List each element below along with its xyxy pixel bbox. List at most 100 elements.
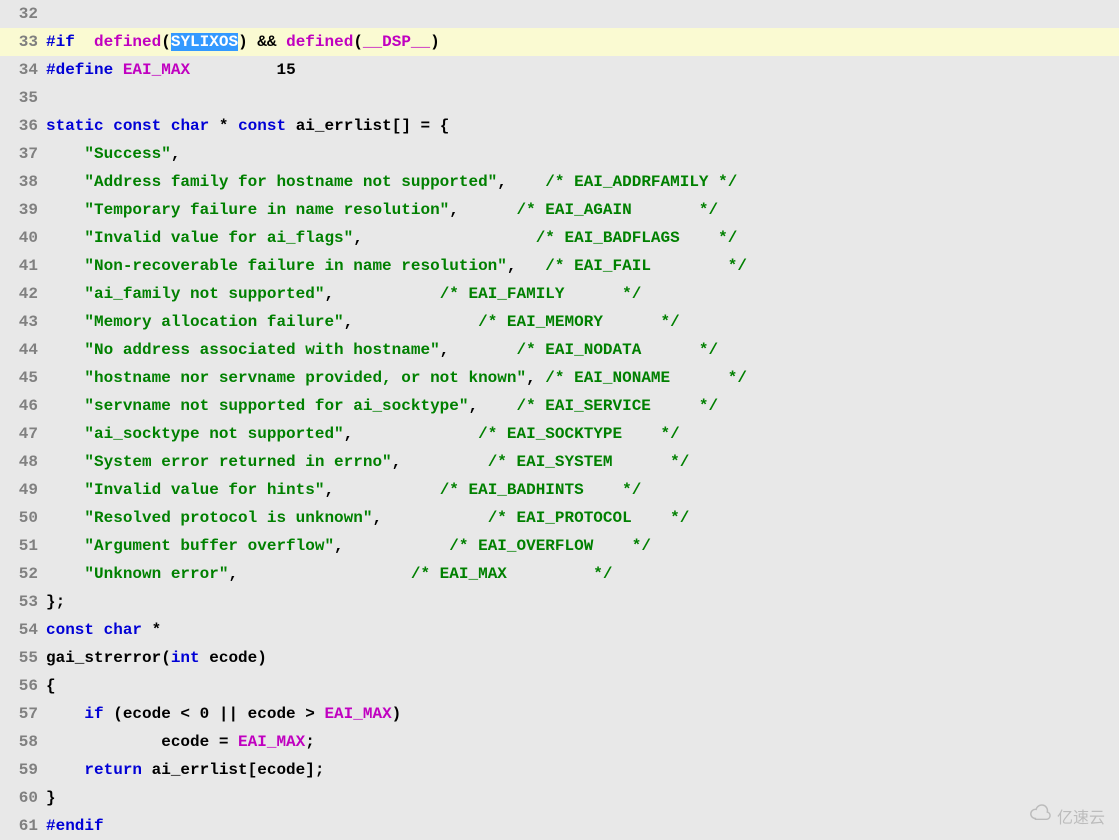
line-number: 50 (0, 504, 44, 532)
code-content[interactable]: return ai_errlist[ecode]; (44, 756, 1119, 784)
code-line[interactable]: 45 "hostname nor servname provided, or n… (0, 364, 1119, 392)
code-content[interactable]: "Invalid value for ai_flags", /* EAI_BAD… (44, 224, 1119, 252)
code-editor[interactable]: 32 33 #if defined(SYLIXOS) && defined(__… (0, 0, 1119, 840)
code-content[interactable]: "Temporary failure in name resolution", … (44, 196, 1119, 224)
code-line[interactable]: 55 gai_strerror(int ecode) (0, 644, 1119, 672)
line-number: 40 (0, 224, 44, 252)
keyword-token: char (171, 117, 209, 135)
code-line[interactable]: 37 "Success", (0, 140, 1119, 168)
string-token: "Address family for hostname not support… (84, 173, 497, 191)
code-content[interactable]: "Argument buffer overflow", /* EAI_OVERF… (44, 532, 1119, 560)
code-line[interactable]: 59 return ai_errlist[ecode]; (0, 756, 1119, 784)
code-content[interactable]: "hostname nor servname provided, or not … (44, 364, 1119, 392)
ident-token: ai_errlist[] = { (296, 117, 450, 135)
code-content[interactable]: "Memory allocation failure", /* EAI_MEMO… (44, 308, 1119, 336)
code-content[interactable]: "Resolved protocol is unknown", /* EAI_P… (44, 504, 1119, 532)
keyword-token: static (46, 117, 104, 135)
code-content[interactable]: gai_strerror(int ecode) (44, 644, 1119, 672)
comment-token: /* EAI_NONAME */ (545, 369, 747, 387)
code-line[interactable]: 50 "Resolved protocol is unknown", /* EA… (0, 504, 1119, 532)
number-token: 15 (276, 61, 295, 79)
comment-token: /* EAI_ADDRFAMILY */ (545, 173, 737, 191)
code-line[interactable]: 60 } (0, 784, 1119, 812)
comment-token: /* EAI_SERVICE */ (516, 397, 718, 415)
code-content[interactable]: if (ecode < 0 || ecode > EAI_MAX) (44, 700, 1119, 728)
code-line[interactable]: 47 "ai_socktype not supported", /* EAI_S… (0, 420, 1119, 448)
string-token: "Success" (84, 145, 170, 163)
line-number: 55 (0, 644, 44, 672)
line-number: 33 (0, 28, 44, 56)
code-content[interactable]: } (44, 784, 1119, 812)
code-line-current[interactable]: 33 #if defined(SYLIXOS) && defined(__DSP… (0, 28, 1119, 56)
line-number: 51 (0, 532, 44, 560)
code-content[interactable]: #define EAI_MAX 15 (44, 56, 1119, 84)
line-number: 34 (0, 56, 44, 84)
watermark-text: 亿速云 (1057, 804, 1105, 828)
code-line[interactable]: 57 if (ecode < 0 || ecode > EAI_MAX) (0, 700, 1119, 728)
watermark: 亿速云 (1029, 802, 1105, 829)
comment-token: /* EAI_OVERFLOW */ (449, 537, 651, 555)
line-number: 48 (0, 448, 44, 476)
ident-token: gai_strerror( (46, 649, 171, 667)
code-content[interactable]: "servname not supported for ai_socktype"… (44, 392, 1119, 420)
code-content[interactable]: { (44, 672, 1119, 700)
code-line[interactable]: 32 (0, 0, 1119, 28)
brace-token: } (46, 789, 56, 807)
code-line[interactable]: 48 "System error returned in errno", /* … (0, 448, 1119, 476)
line-number: 45 (0, 364, 44, 392)
code-line[interactable]: 36 static const char * const ai_errlist[… (0, 112, 1119, 140)
code-content[interactable]: "Unknown error", /* EAI_MAX */ (44, 560, 1119, 588)
code-content[interactable]: "Address family for hostname not support… (44, 168, 1119, 196)
code-line[interactable]: 51 "Argument buffer overflow", /* EAI_OV… (0, 532, 1119, 560)
string-token: "Invalid value for ai_flags" (84, 229, 353, 247)
code-line[interactable]: 38 "Address family for hostname not supp… (0, 168, 1119, 196)
code-line[interactable]: 49 "Invalid value for hints", /* EAI_BAD… (0, 476, 1119, 504)
code-content[interactable]: static const char * const ai_errlist[] =… (44, 112, 1119, 140)
string-token: "ai_socktype not supported" (84, 425, 343, 443)
code-content[interactable]: "No address associated with hostname", /… (44, 336, 1119, 364)
keyword-token: if (84, 705, 103, 723)
code-line[interactable]: 54 const char * (0, 616, 1119, 644)
code-content[interactable]: #if defined(SYLIXOS) && defined(__DSP__) (44, 28, 1119, 56)
code-line[interactable]: 34 #define EAI_MAX 15 (0, 56, 1119, 84)
line-number: 32 (0, 0, 44, 28)
selection[interactable]: SYLIXOS (171, 33, 238, 51)
code-line[interactable]: 40 "Invalid value for ai_flags", /* EAI_… (0, 224, 1119, 252)
code-content[interactable]: "Non-recoverable failure in name resolut… (44, 252, 1119, 280)
code-line[interactable]: 61 #endif (0, 812, 1119, 840)
paren: ) (430, 33, 440, 51)
code-line[interactable]: 56 { (0, 672, 1119, 700)
code-line[interactable]: 58 ecode = EAI_MAX; (0, 728, 1119, 756)
code-content[interactable]: ecode = EAI_MAX; (44, 728, 1119, 756)
code-line[interactable]: 44 "No address associated with hostname"… (0, 336, 1119, 364)
paren: ) (238, 33, 248, 51)
op-token: && (257, 33, 276, 51)
code-content[interactable]: const char * (44, 616, 1119, 644)
line-number: 61 (0, 812, 44, 840)
line-number: 47 (0, 420, 44, 448)
code-content[interactable] (44, 0, 1119, 28)
code-line[interactable]: 42 "ai_family not supported", /* EAI_FAM… (0, 280, 1119, 308)
comment-token: /* EAI_FAMILY */ (440, 285, 642, 303)
code-content[interactable]: "ai_family not supported", /* EAI_FAMILY… (44, 280, 1119, 308)
comment-token: /* EAI_SOCKTYPE */ (478, 425, 680, 443)
number-token: 0 (200, 705, 210, 723)
code-content[interactable]: "System error returned in errno", /* EAI… (44, 448, 1119, 476)
comment-token: /* EAI_NODATA */ (517, 341, 719, 359)
code-content[interactable]: #endif (44, 812, 1119, 840)
code-line[interactable]: 52 "Unknown error", /* EAI_MAX */ (0, 560, 1119, 588)
code-line[interactable]: 35 (0, 84, 1119, 112)
code-line[interactable]: 41 "Non-recoverable failure in name reso… (0, 252, 1119, 280)
line-number: 56 (0, 672, 44, 700)
code-line[interactable]: 43 "Memory allocation failure", /* EAI_M… (0, 308, 1119, 336)
code-line[interactable]: 46 "servname not supported for ai_sockty… (0, 392, 1119, 420)
space (190, 61, 276, 79)
code-content[interactable]: "Success", (44, 140, 1119, 168)
code-content[interactable]: "ai_socktype not supported", /* EAI_SOCK… (44, 420, 1119, 448)
code-line[interactable]: 39 "Temporary failure in name resolution… (0, 196, 1119, 224)
code-content[interactable] (44, 84, 1119, 112)
ident-token: ecode) (200, 649, 267, 667)
code-content[interactable]: "Invalid value for hints", /* EAI_BADHIN… (44, 476, 1119, 504)
code-content[interactable]: }; (44, 588, 1119, 616)
code-line[interactable]: 53 }; (0, 588, 1119, 616)
